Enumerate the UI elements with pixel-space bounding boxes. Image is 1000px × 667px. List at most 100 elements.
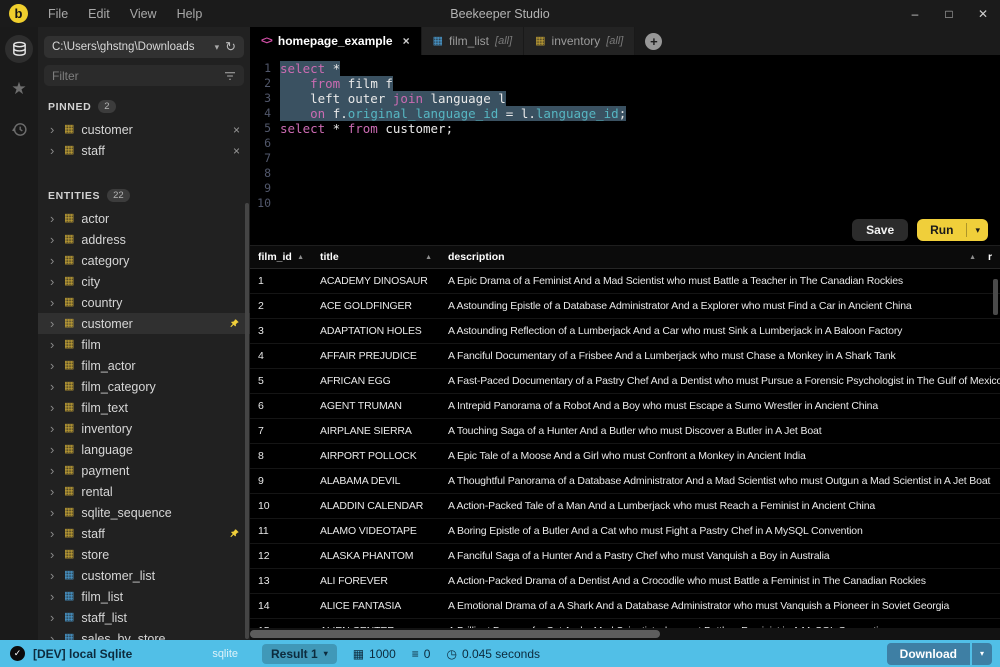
unpin-close-icon[interactable]: × bbox=[233, 123, 240, 137]
entity-item-address[interactable]: ›▦address bbox=[38, 229, 250, 250]
results-horizontal-scrollbar[interactable] bbox=[250, 628, 1000, 640]
tab-homepage_example[interactable]: <>homepage_example× bbox=[250, 27, 422, 55]
menu-file[interactable]: File bbox=[38, 7, 78, 21]
filter-input[interactable] bbox=[52, 69, 224, 83]
chevron-right-icon[interactable]: › bbox=[50, 296, 57, 309]
table-row[interactable]: 7AIRPLANE SIERRAA Touching Saga of a Hun… bbox=[250, 419, 1000, 444]
maximize-icon[interactable]: □ bbox=[932, 7, 966, 21]
entity-item-film_list[interactable]: ›▦film_list bbox=[38, 586, 250, 607]
table-row[interactable]: 5AFRICAN EGGA Fast-Paced Documentary of … bbox=[250, 369, 1000, 394]
close-tab-icon[interactable]: × bbox=[403, 34, 410, 48]
chevron-right-icon[interactable]: › bbox=[50, 254, 57, 267]
unpin-close-icon[interactable]: × bbox=[233, 144, 240, 158]
sort-asc-icon[interactable]: ▲ bbox=[969, 254, 976, 261]
entity-item-store[interactable]: ›▦store bbox=[38, 544, 250, 565]
table-row[interactable]: 13ALI FOREVERA Action-Packed Drama of a … bbox=[250, 569, 1000, 594]
chevron-right-icon[interactable]: › bbox=[50, 527, 57, 540]
refresh-icon[interactable]: ↻ bbox=[225, 39, 236, 55]
table-row[interactable]: 9ALABAMA DEVILA Thoughtful Panorama of a… bbox=[250, 469, 1000, 494]
chevron-right-icon[interactable]: › bbox=[50, 464, 57, 477]
entity-item-sqlite_sequence[interactable]: ›▦sqlite_sequence bbox=[38, 502, 250, 523]
table-row[interactable]: 2ACE GOLDFINGERA Astounding Epistle of a… bbox=[250, 294, 1000, 319]
entity-item-actor[interactable]: ›▦actor bbox=[38, 208, 250, 229]
entity-item-film[interactable]: ›▦film bbox=[38, 334, 250, 355]
chevron-right-icon[interactable]: › bbox=[50, 380, 57, 393]
minimize-icon[interactable]: – bbox=[898, 7, 932, 21]
chevron-right-icon[interactable]: › bbox=[50, 401, 57, 414]
pinned-item-staff[interactable]: ›▦staff× bbox=[38, 140, 250, 161]
entity-item-customer_list[interactable]: ›▦customer_list bbox=[38, 565, 250, 586]
sql-editor[interactable]: 1select *2 from film f3 left outer join … bbox=[250, 55, 1000, 215]
chevron-right-icon[interactable]: › bbox=[50, 359, 57, 372]
tab-film_list[interactable]: ▦film_list[all] bbox=[422, 27, 525, 55]
table-row[interactable]: 1ACADEMY DINOSAURA Epic Drama of a Femin… bbox=[250, 269, 1000, 294]
table-row[interactable]: 6AGENT TRUMANA Intrepid Panorama of a Ro… bbox=[250, 394, 1000, 419]
chevron-right-icon[interactable]: › bbox=[50, 590, 57, 603]
menu-help[interactable]: Help bbox=[167, 7, 213, 21]
table-row[interactable]: 4AFFAIR PREJUDICEA Fanciful Documentary … bbox=[250, 344, 1000, 369]
download-button[interactable]: Download bbox=[887, 643, 970, 665]
entity-item-film_category[interactable]: ›▦film_category bbox=[38, 376, 250, 397]
tab-inventory[interactable]: ▦inventory[all] bbox=[524, 27, 635, 55]
scrollbar-thumb[interactable] bbox=[250, 630, 660, 638]
table-row[interactable]: 12ALASKA PHANTOMA Fanciful Saga of a Hun… bbox=[250, 544, 1000, 569]
entity-item-customer[interactable]: ›▦customer bbox=[38, 313, 250, 334]
column-header-description[interactable]: description▲ bbox=[440, 251, 984, 263]
close-window-icon[interactable]: ✕ bbox=[966, 7, 1000, 21]
entity-item-film_actor[interactable]: ›▦film_actor bbox=[38, 355, 250, 376]
table-row[interactable]: 8AIRPORT POLLOCKA Epic Tale of a Moose A… bbox=[250, 444, 1000, 469]
new-tab-icon[interactable]: + bbox=[645, 33, 662, 50]
entity-item-category[interactable]: ›▦category bbox=[38, 250, 250, 271]
chevron-right-icon[interactable]: › bbox=[50, 569, 57, 582]
favorites-icon[interactable]: ★ bbox=[5, 75, 33, 103]
chevron-right-icon[interactable]: › bbox=[50, 317, 57, 330]
connection-selector[interactable]: C:\Users\ghstng\Downloads ▾ ↻ bbox=[44, 36, 244, 58]
entity-item-staff[interactable]: ›▦staff bbox=[38, 523, 250, 544]
entity-item-city[interactable]: ›▦city bbox=[38, 271, 250, 292]
filter-icon[interactable] bbox=[224, 71, 236, 81]
table-row[interactable]: 11ALAMO VIDEOTAPEA Boring Epistle of a B… bbox=[250, 519, 1000, 544]
column-header-r[interactable]: r bbox=[984, 251, 1000, 263]
menu-edit[interactable]: Edit bbox=[78, 7, 120, 21]
entity-item-rental[interactable]: ›▦rental bbox=[38, 481, 250, 502]
chevron-right-icon[interactable]: › bbox=[50, 422, 57, 435]
menu-view[interactable]: View bbox=[120, 7, 167, 21]
chevron-right-icon[interactable]: › bbox=[50, 548, 57, 561]
pinned-item-customer[interactable]: ›▦customer× bbox=[38, 119, 250, 140]
table-row[interactable]: 10ALADDIN CALENDARA Action-Packed Tale o… bbox=[250, 494, 1000, 519]
run-options-caret-icon[interactable]: ▾ bbox=[967, 219, 988, 241]
sidebar-scrollbar[interactable] bbox=[245, 203, 249, 639]
table-row[interactable]: 14ALICE FANTASIAA Emotional Drama of a A… bbox=[250, 594, 1000, 619]
table-row[interactable]: 15ALIEN CENTERA Brilliant Drama of a Cat… bbox=[250, 619, 1000, 628]
entity-item-payment[interactable]: ›▦payment bbox=[38, 460, 250, 481]
column-header-film_id[interactable]: film_id▲ bbox=[250, 251, 312, 263]
column-header-title[interactable]: title▲ bbox=[312, 251, 440, 263]
sort-asc-icon[interactable]: ▲ bbox=[297, 254, 304, 261]
download-options-caret-icon[interactable]: ▾ bbox=[972, 643, 992, 665]
database-icon[interactable] bbox=[5, 35, 33, 63]
chevron-right-icon[interactable]: › bbox=[50, 212, 57, 225]
entity-item-sales_by_store[interactable]: ›▦sales_by_store bbox=[38, 628, 250, 640]
chevron-right-icon[interactable]: › bbox=[50, 632, 57, 640]
entity-item-film_text[interactable]: ›▦film_text bbox=[38, 397, 250, 418]
entity-item-inventory[interactable]: ›▦inventory bbox=[38, 418, 250, 439]
sort-asc-icon[interactable]: ▲ bbox=[425, 254, 432, 261]
history-icon[interactable] bbox=[5, 115, 33, 143]
chevron-right-icon[interactable]: › bbox=[50, 485, 57, 498]
chevron-right-icon[interactable]: › bbox=[50, 338, 57, 351]
entity-item-staff_list[interactable]: ›▦staff_list bbox=[38, 607, 250, 628]
chevron-right-icon[interactable]: › bbox=[50, 233, 57, 246]
result-selector[interactable]: Result 1 ▾ bbox=[262, 644, 337, 664]
table-row[interactable]: 3ADAPTATION HOLESA Astounding Reflection… bbox=[250, 319, 1000, 344]
chevron-right-icon[interactable]: › bbox=[50, 144, 57, 157]
chevron-right-icon[interactable]: › bbox=[50, 506, 57, 519]
entity-item-country[interactable]: ›▦country bbox=[38, 292, 250, 313]
entity-item-language[interactable]: ›▦language bbox=[38, 439, 250, 460]
run-button[interactable]: Run bbox=[917, 219, 966, 241]
save-button[interactable]: Save bbox=[852, 219, 908, 241]
chevron-right-icon[interactable]: › bbox=[50, 443, 57, 456]
chevron-right-icon[interactable]: › bbox=[50, 611, 57, 624]
chevron-right-icon[interactable]: › bbox=[50, 123, 57, 136]
results-vertical-scrollbar[interactable] bbox=[993, 279, 998, 315]
chevron-right-icon[interactable]: › bbox=[50, 275, 57, 288]
